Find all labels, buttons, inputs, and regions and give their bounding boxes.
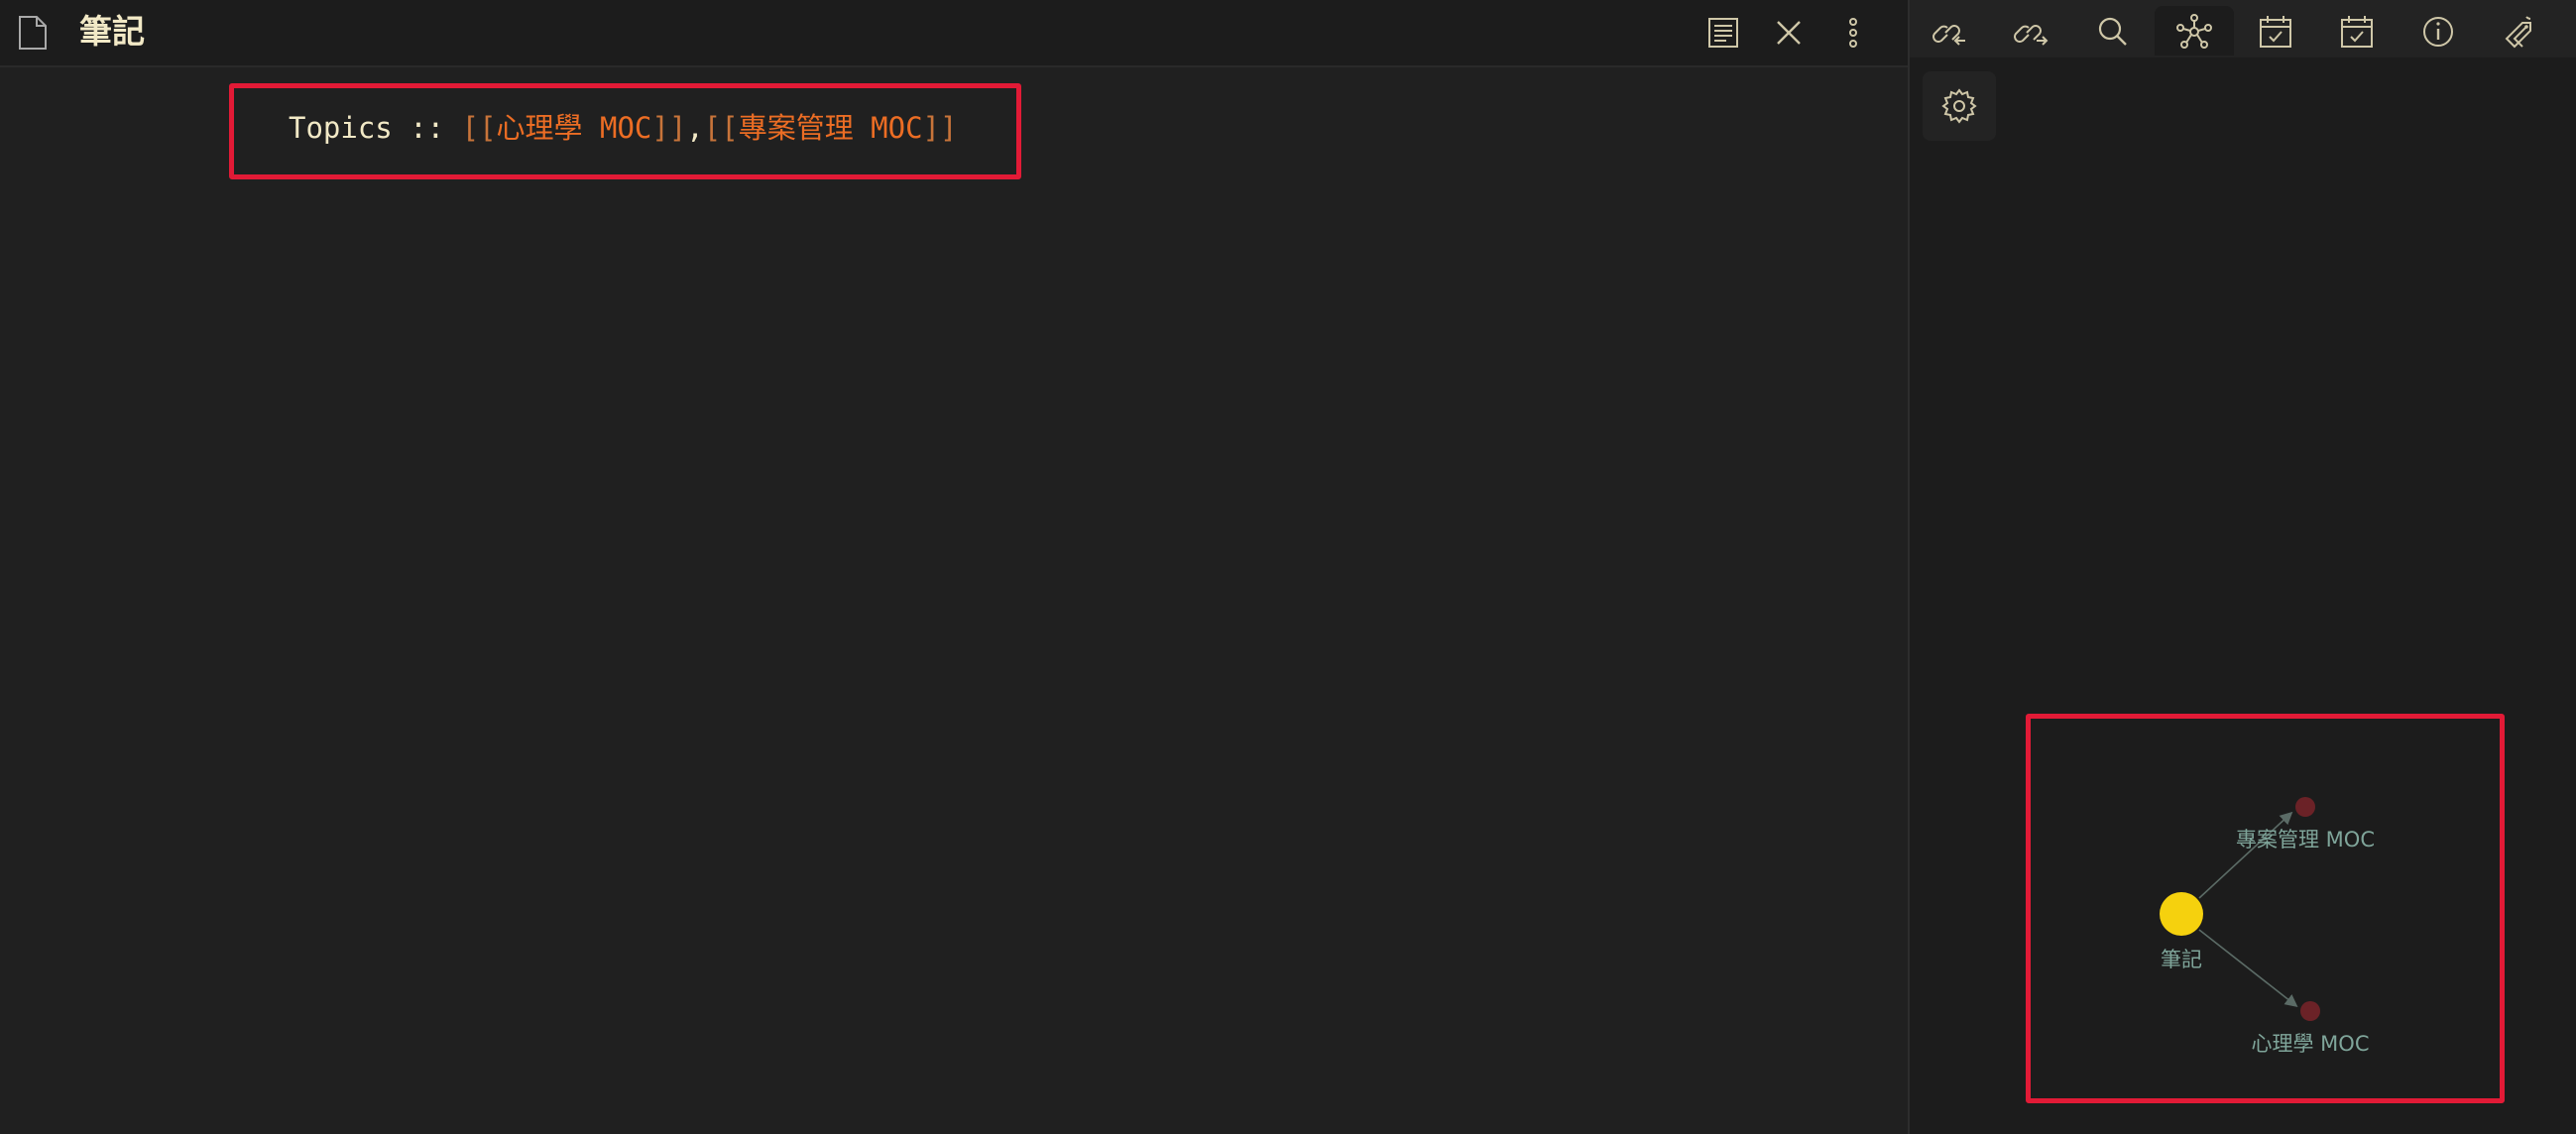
outgoing-links-icon [2014,25,2049,46]
tab-local-graph[interactable] [2155,6,2234,56]
tab-tag-pane[interactable] [2480,6,2559,56]
graph-settings-button[interactable] [1923,71,1996,141]
reading-view-icon[interactable] [1704,14,1742,52]
tag-pane-icon [2505,16,2531,49]
view-header: 筆記 [0,0,1908,67]
local-graph-icon [2176,14,2212,49]
tab-search[interactable] [2073,6,2153,56]
tab-backlinks[interactable] [1911,6,1990,56]
backlinks-icon [1932,25,1965,46]
info-icon [2423,17,2453,47]
tab-calendar-2[interactable] [2317,6,2397,56]
tab-info[interactable] [2399,6,2478,56]
tab-outgoing-links[interactable] [1992,6,2071,56]
gear-icon [1941,88,1977,124]
calendar-check-icon-2 [2341,16,2373,48]
sidebar-tab-strip [1910,0,2576,57]
tab-calendar[interactable] [2236,6,2315,56]
calendar-check-icon [2260,16,2291,48]
file-icon [18,15,48,51]
more-options-icon[interactable] [1834,14,1872,52]
note-title[interactable]: 筆記 [79,9,145,55]
editor-pane: 筆記 Topics :: [[心理學 MOC]],[[專案管理 MOC]] [0,0,1908,1134]
highlight-box-editor [229,83,1021,179]
search-icon [2098,17,2127,46]
close-icon[interactable] [1770,14,1808,52]
highlight-box-graph [2026,714,2505,1103]
